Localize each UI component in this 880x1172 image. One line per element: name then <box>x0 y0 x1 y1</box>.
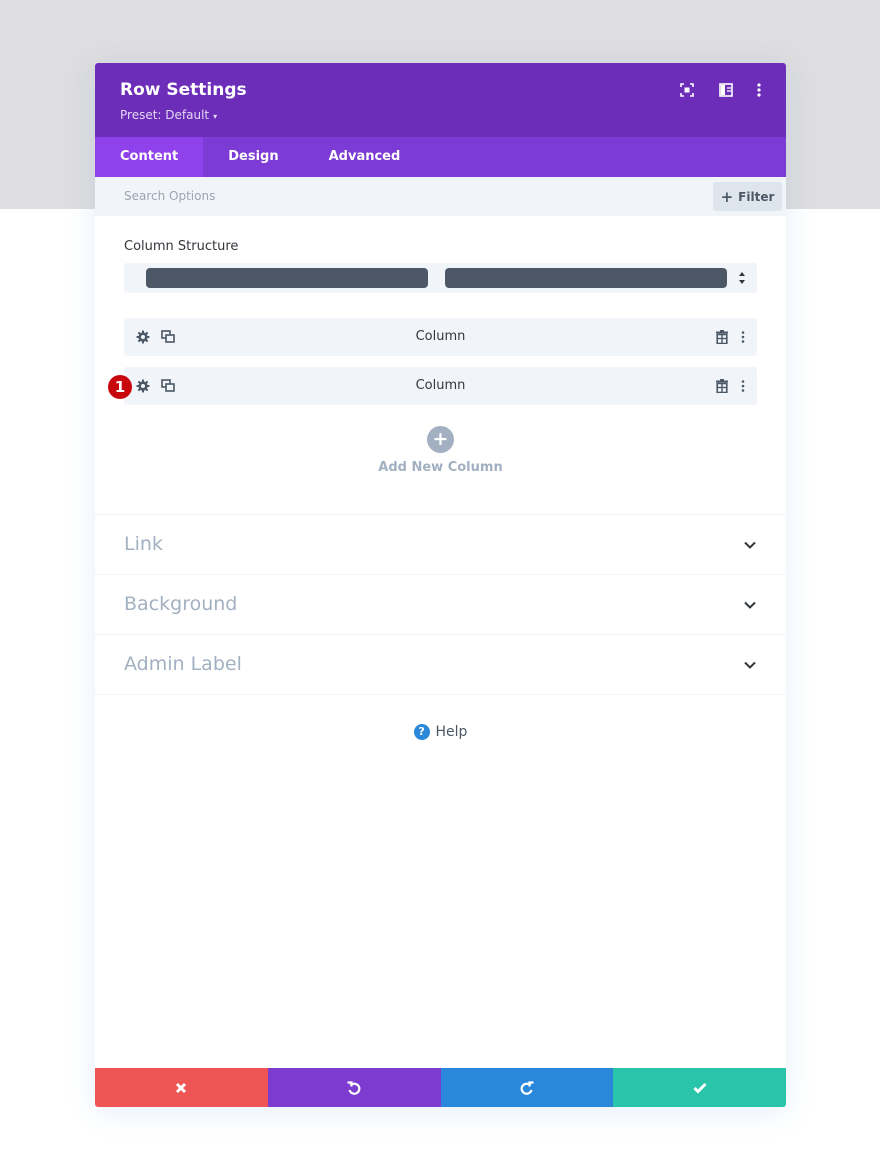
toggle-link[interactable]: Link <box>95 514 786 574</box>
toggle-background[interactable]: Background <box>95 574 786 634</box>
help-icon: ? <box>413 724 430 740</box>
row-settings-modal: Row Settings Preset: Default ▾ Content D… <box>95 63 786 1107</box>
modal-footer <box>95 1068 786 1107</box>
select-arrows-icon <box>739 272 745 284</box>
tab-advanced[interactable]: Advanced <box>304 137 426 177</box>
tab-content[interactable]: Content <box>95 137 204 177</box>
tab-design[interactable]: Design <box>203 137 303 177</box>
close-icon <box>176 1082 187 1093</box>
modal-header: Row Settings Preset: Default ▾ <box>95 63 786 137</box>
filter-button[interactable]: + Filter <box>713 182 782 211</box>
help-label: Help <box>435 724 468 740</box>
filter-label: Filter <box>738 189 775 204</box>
more-options-icon[interactable] <box>749 80 769 100</box>
toggle-label: Admin Label <box>124 653 242 675</box>
redo-button[interactable] <box>440 1068 614 1107</box>
chevron-down-icon <box>744 601 756 609</box>
more-options-icon[interactable] <box>735 378 751 394</box>
save-button[interactable] <box>613 1068 786 1107</box>
search-options-input[interactable]: Search Options + Filter <box>95 177 786 216</box>
column-label: Column <box>415 329 466 344</box>
modal-title: Row Settings <box>120 80 247 100</box>
checkmark-icon <box>693 1082 707 1094</box>
help-link[interactable]: ? Help <box>95 724 786 740</box>
column-structure-bar <box>146 268 428 288</box>
search-placeholder: Search Options <box>124 189 216 203</box>
discard-button[interactable] <box>95 1068 268 1107</box>
fullscreen-icon[interactable] <box>677 80 697 100</box>
column-structure-label: Column Structure <box>124 239 239 254</box>
column-item[interactable]: Column <box>124 367 757 405</box>
step-number-badge: 1 <box>108 375 132 399</box>
preset-caret-icon: ▾ <box>213 112 218 121</box>
plus-icon: + <box>720 187 734 206</box>
settings-tabs: Content Design Advanced <box>95 137 786 177</box>
column-structure-select[interactable] <box>124 263 757 293</box>
add-new-column-label: Add New Column <box>378 460 503 475</box>
preset-selector[interactable]: Preset: Default ▾ <box>120 108 217 122</box>
undo-button[interactable] <box>267 1068 441 1107</box>
redo-icon <box>520 1080 534 1095</box>
chevron-down-icon <box>744 541 756 549</box>
more-options-icon[interactable] <box>735 329 751 345</box>
column-structure-bar <box>445 268 727 288</box>
column-label: Column <box>415 378 466 393</box>
toggle-label: Link <box>124 533 163 555</box>
preset-label: Preset: Default <box>120 108 210 122</box>
add-new-column-button[interactable]: + Add New Column <box>95 426 786 475</box>
toggle-admin-label[interactable]: Admin Label <box>95 634 786 694</box>
trash-icon[interactable] <box>714 378 730 394</box>
column-item[interactable]: Column <box>124 318 757 356</box>
divider <box>95 694 786 695</box>
chevron-down-icon <box>744 661 756 669</box>
plus-icon: + <box>427 426 454 453</box>
trash-icon[interactable] <box>714 329 730 345</box>
toggle-label: Background <box>124 593 238 615</box>
sidebar-layout-icon[interactable] <box>716 80 736 100</box>
undo-icon <box>347 1080 361 1095</box>
